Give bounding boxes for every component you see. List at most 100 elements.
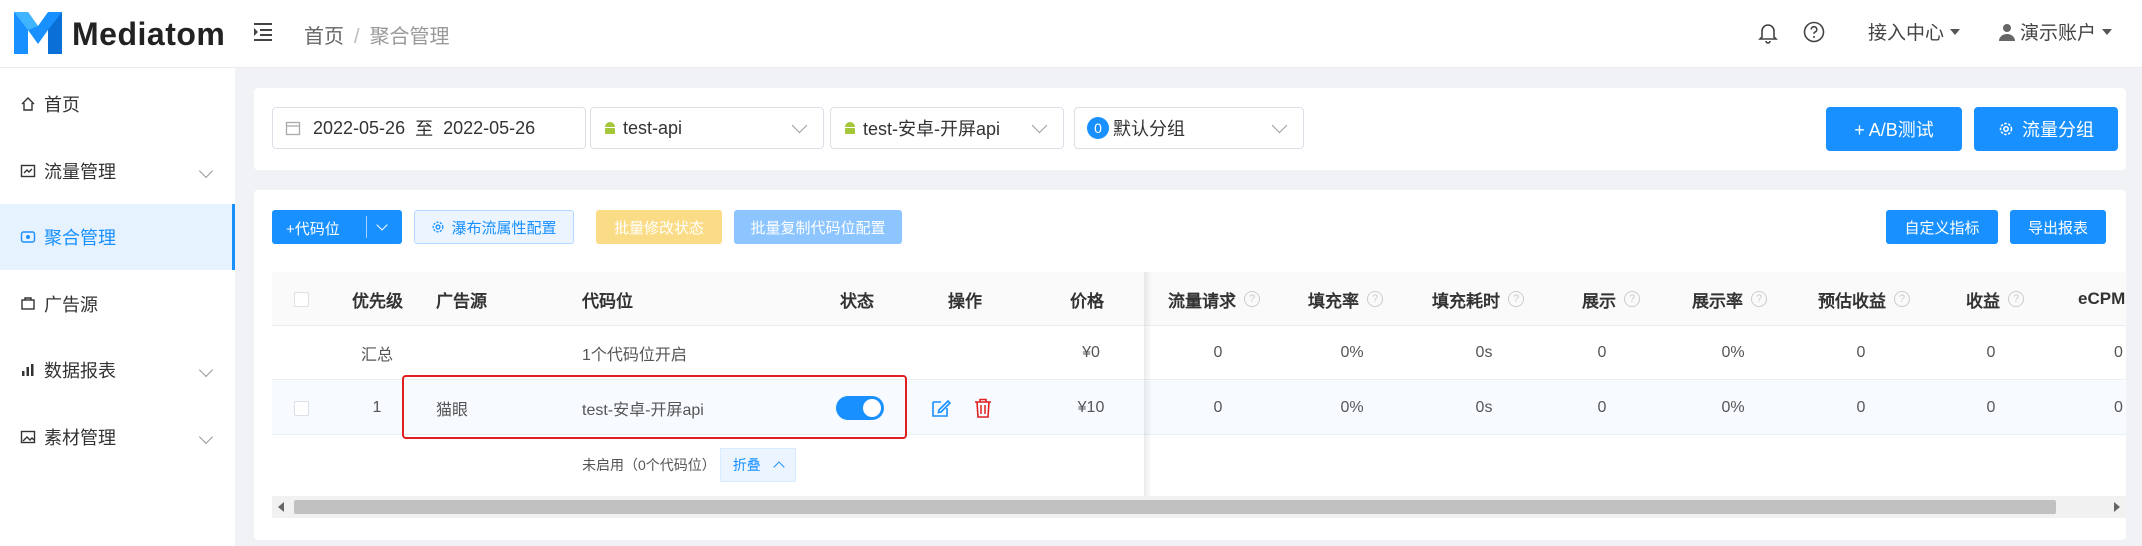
header-actions: 接入中心 演示账户 xyxy=(1756,18,2112,45)
fold-button[interactable]: 折叠 xyxy=(719,448,796,482)
ab-test-button[interactable]: + A/B测试 xyxy=(1826,107,1962,151)
sidebar-item-materials[interactable]: 素材管理 xyxy=(0,404,235,470)
table-header: 优先级 广告源 代码位 状态 操作 价格 流量请求? 填充率? 填充耗时? 展示… xyxy=(272,272,2126,326)
row-fill-time: 0s xyxy=(1475,399,1493,416)
chevron-down-icon[interactable] xyxy=(376,219,388,231)
sidebar-item-home[interactable]: 首页 xyxy=(0,71,235,137)
col-price: 价格 xyxy=(1070,291,1104,311)
col-fill-rate-label: 填充率 xyxy=(1308,291,1359,311)
caret-down-icon xyxy=(2102,28,2112,35)
chevron-down-icon xyxy=(198,362,214,378)
batch-status-button[interactable]: 批量修改状态 xyxy=(596,210,722,244)
waterfall-config-label: 瀑布流属性配置 xyxy=(451,219,557,237)
chevron-down-icon xyxy=(198,429,214,445)
traffic-icon xyxy=(20,164,36,178)
breadcrumb-home[interactable]: 首页 xyxy=(304,26,344,48)
sidebar-item-label: 数据报表 xyxy=(44,361,116,381)
home-icon xyxy=(21,97,35,111)
account-label: 演示账户 xyxy=(2019,23,2096,44)
fold-label: 折叠 xyxy=(732,457,761,473)
app-name: Mediatom xyxy=(72,16,226,52)
filter-bar: 2022-05-26 至 2022-05-26 test-api test-安卓… xyxy=(254,88,2126,170)
add-code-button[interactable]: +代码位 xyxy=(272,210,402,244)
date-start: 2022-05-26 xyxy=(313,117,406,138)
delete-icon[interactable] xyxy=(972,381,994,435)
traffic-group-button[interactable]: 流量分组 xyxy=(1974,107,2118,151)
scroll-thumb[interactable] xyxy=(294,500,2056,514)
col-priority: 优先级 xyxy=(352,291,403,311)
summary-code: 1个代码位开启 xyxy=(582,347,687,364)
row-ecpm: 0 xyxy=(2114,399,2123,416)
row-requests: 0 xyxy=(1213,399,1223,416)
material-icon xyxy=(20,430,36,444)
help-icon[interactable]: ? xyxy=(1244,291,1260,307)
help-icon[interactable]: ? xyxy=(1624,291,1640,307)
help-icon[interactable]: ? xyxy=(2008,291,2024,307)
col-fill-rate: 填充率? xyxy=(1308,272,1383,326)
app-select[interactable]: test-api xyxy=(590,107,824,149)
select-all-checkbox[interactable] xyxy=(294,272,309,326)
account-dropdown[interactable]: 演示账户 xyxy=(1998,18,2112,45)
horizontal-scrollbar[interactable] xyxy=(272,496,2126,518)
access-center-dropdown[interactable]: 接入中心 xyxy=(1868,18,1960,45)
export-report-button[interactable]: 导出报表 xyxy=(2010,210,2106,244)
help-icon[interactable]: ? xyxy=(1751,291,1767,307)
row-checkbox[interactable] xyxy=(294,381,309,435)
breadcrumb: 首页 / 聚合管理 xyxy=(304,20,450,49)
help-icon[interactable]: ? xyxy=(1367,291,1383,307)
row-price: ¥10 xyxy=(1077,399,1105,416)
chevron-down-icon xyxy=(198,163,214,179)
col-est-revenue-label: 预估收益 xyxy=(1818,291,1886,311)
add-code-label: +代码位 xyxy=(286,221,340,238)
placement-select[interactable]: test-安卓-开屏api xyxy=(830,107,1064,149)
sidebar-item-traffic[interactable]: 流量管理 xyxy=(0,138,235,204)
placement-select-value: test-安卓-开屏api xyxy=(863,119,1001,139)
summary-requests: 0 xyxy=(1213,344,1223,361)
col-revenue: 收益? xyxy=(1966,272,2024,326)
highlight-box xyxy=(402,375,907,439)
scroll-left-icon[interactable] xyxy=(278,502,284,512)
col-revenue-label: 收益 xyxy=(1966,291,2000,311)
col-status: 状态 xyxy=(840,291,874,311)
date-range-picker[interactable]: 2022-05-26 至 2022-05-26 xyxy=(272,107,586,149)
col-impressions-label: 展示 xyxy=(1582,291,1616,311)
col-code: 代码位 xyxy=(582,291,633,311)
summary-row: 汇总 1个代码位开启 ¥0 0 0% 0s 0 0% 0 0 0 xyxy=(272,326,2126,380)
disabled-note-text: 未启用（0个代码位） xyxy=(582,457,716,473)
row-fill-rate: 0% xyxy=(1340,399,1364,416)
sidebar-item-reports[interactable]: 数据报表 xyxy=(0,337,235,403)
menu-collapse-icon[interactable] xyxy=(254,22,276,42)
top-header: Mediatom 首页 / 聚合管理 接入中心 演示账户 xyxy=(0,0,2142,68)
summary-fill-rate: 0% xyxy=(1340,344,1364,361)
chevron-down-icon xyxy=(1031,117,1048,134)
report-icon xyxy=(22,364,34,376)
batch-copy-button[interactable]: 批量复制代码位配置 xyxy=(734,210,902,244)
waterfall-config-button[interactable]: 瀑布流属性配置 xyxy=(414,210,574,244)
help-icon[interactable] xyxy=(1802,20,1826,44)
android-icon xyxy=(845,122,855,134)
calendar-icon xyxy=(285,121,301,136)
scroll-right-icon[interactable] xyxy=(2114,502,2120,512)
summary-fill-time: 0s xyxy=(1475,344,1493,361)
summary-show-rate: 0% xyxy=(1721,344,1745,361)
help-icon[interactable]: ? xyxy=(1894,291,1910,307)
sidebar-item-label: 素材管理 xyxy=(44,428,116,448)
bell-icon[interactable] xyxy=(1756,20,1780,44)
button-divider xyxy=(366,216,367,238)
row-est-revenue: 0 xyxy=(1856,399,1866,416)
custom-metrics-button[interactable]: 自定义指标 xyxy=(1886,210,1998,244)
col-ecpm: eCPM xyxy=(2078,289,2126,308)
sidebar-item-aggregate[interactable]: 聚合管理 xyxy=(0,204,235,270)
traffic-group-label: 流量分组 xyxy=(2022,120,2094,140)
mediatom-logo-icon xyxy=(14,12,62,54)
summary-est-revenue: 0 xyxy=(1856,344,1866,361)
help-icon[interactable]: ? xyxy=(1508,291,1524,307)
summary-price: ¥0 xyxy=(1082,344,1100,361)
group-select[interactable]: 0 默认分组 xyxy=(1074,107,1304,149)
col-show-rate: 展示率? xyxy=(1692,272,1767,326)
col-ad-source: 广告源 xyxy=(436,291,487,311)
summary-revenue: 0 xyxy=(1986,344,1996,361)
edit-icon[interactable] xyxy=(930,381,952,435)
sidebar-item-ad-source[interactable]: 广告源 xyxy=(0,271,235,337)
summary-label: 汇总 xyxy=(360,347,393,364)
